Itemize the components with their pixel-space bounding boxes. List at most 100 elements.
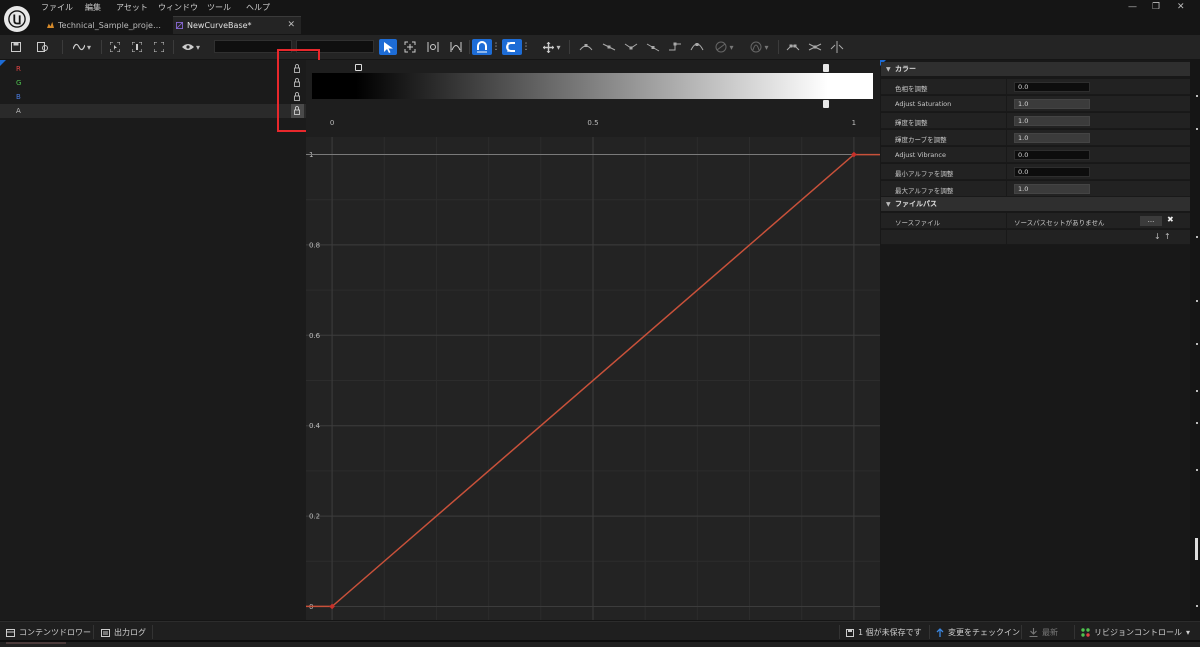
kebab-icon[interactable]: ⋮ [522,39,531,55]
scroll-dot [1196,469,1198,471]
unsaved-button[interactable]: 1 個が未保存です [846,627,922,638]
kebab-icon[interactable]: ⋮ [492,39,501,55]
weighted-tangents-icon[interactable]: ▾ [746,39,772,55]
column-divider [1006,113,1007,129]
browse-icon[interactable] [34,39,52,55]
property-label: 最大アルファを調整 [895,187,954,195]
chevron-down-icon: ▾ [195,42,200,52]
check-in-button[interactable]: 変更をチェックイン [936,627,1020,638]
adjust-max-alpha-field[interactable]: 1.0 [1014,184,1090,194]
curve-graph-svg: 0 0.5 110.80.60.40.20 [306,117,880,620]
scroll-dot [1196,422,1198,424]
gradient-stop-top[interactable] [823,64,829,72]
property-row: ↓ ↑ [881,230,1190,246]
gradient-stop-top[interactable] [355,64,362,71]
chevron-down-icon: ▾ [764,42,769,52]
curve-type-dropdown[interactable]: ▾ [69,39,95,55]
menu-file[interactable]: ファイル [41,2,73,13]
scroll-dot [1196,236,1198,238]
view-options-dropdown[interactable]: ▾ [179,39,203,55]
category-file-path[interactable]: ▼ ファイルパス [881,197,1190,211]
revision-control-label: リビジョンコントロール [1094,628,1182,637]
gradient-bar [312,73,873,99]
property-row: 最小アルファを調整 0.0 [881,164,1190,180]
tangent-break-icon[interactable] [623,39,639,55]
adjust-saturation-field[interactable]: 1.0 [1014,99,1090,109]
collapse-arrow-icon: ▼ [886,65,891,73]
channel-row-b[interactable]: B [0,90,306,104]
snap-time-button[interactable] [502,39,522,55]
tab-close-icon[interactable]: ✕ [287,20,295,30]
menu-edit[interactable]: 編集 [85,2,101,13]
flatten-tangents-icon[interactable]: ▾ [711,39,737,55]
category-color[interactable]: ▼ カラー [881,62,1190,76]
adjust-hue-field[interactable]: 0.0 [1014,82,1090,92]
adjust-brightness-field[interactable]: 1.0 [1014,116,1090,126]
browse-file-button[interactable]: ... [1140,216,1162,226]
transform-tool-icon[interactable] [402,39,418,55]
tangent-auto-icon[interactable] [578,39,594,55]
content-drawer-button[interactable]: コンテンツドロワー [6,627,91,638]
transform-dropdown[interactable]: ▾ [540,39,564,55]
retime-tool-icon[interactable] [425,39,441,55]
tab-newcurvebase-label: NewCurveBase* [187,21,252,30]
adjust-vibrance-field[interactable]: 0.0 [1014,150,1090,160]
output-log-button[interactable]: 出力ログ [101,627,146,638]
sync-latest-label: 最新 [1042,628,1058,637]
tab-project[interactable]: Technical_Sample_proje… [44,16,166,34]
interp-constant-icon[interactable] [667,39,683,55]
menu-asset[interactable]: アセット [116,2,148,13]
revision-control-button[interactable]: リビジョンコントロール ▾ [1081,627,1190,638]
channel-row-r[interactable]: R [0,62,306,76]
frame-vertical-icon[interactable] [152,39,166,55]
clear-icon[interactable]: ✖ [1167,215,1174,224]
scroll-dot [1196,128,1198,130]
column-divider [1006,230,1007,246]
channel-row-g[interactable]: G [0,76,306,90]
snap-value-button[interactable] [472,39,492,55]
menu-help[interactable]: ヘルプ [246,2,270,13]
menu-tools[interactable]: ツール [207,2,231,13]
property-row: 色相を調整 0.0 [881,79,1190,95]
channel-label-a: A [16,107,21,115]
sync-latest-button[interactable]: 最新 [1029,627,1058,638]
column-divider [1006,213,1007,229]
menu-window[interactable]: ウィンドウ [158,2,198,13]
interp-linear-icon[interactable] [645,39,661,55]
property-label: 輝度カーブを調整 [895,136,947,144]
channel-row-a[interactable]: A [0,104,306,118]
toolbar-separator [469,40,470,54]
move-up-icon[interactable]: ↑ [1164,232,1171,241]
tangent-user-icon[interactable] [601,39,617,55]
eye-icon [181,44,194,50]
unreal-logo-icon[interactable] [4,6,30,32]
select-tool-button[interactable] [379,39,397,55]
frame-horizontal-icon[interactable] [130,39,144,55]
adjust-brightness-curve-field[interactable]: 1.0 [1014,133,1090,143]
curve-graph[interactable]: 0 0.5 1 1 0.8 0.6 0.4 0.2 0 [306,117,880,620]
channel-label-g: G [16,79,22,87]
interp-cubic-icon[interactable] [689,39,705,55]
bottom-indicator [6,642,66,644]
restore-button[interactable]: ❐ [1152,2,1160,12]
move-down-icon[interactable]: ↓ [1154,232,1161,241]
split-icon[interactable] [829,39,845,55]
arrow-cursor-icon [383,41,393,53]
adjust-min-alpha-field[interactable]: 0.0 [1014,167,1090,177]
curve-asset-icon [176,22,183,29]
gradient-stop-bottom[interactable] [823,100,829,108]
tab-newcurvebase[interactable]: NewCurveBase* ✕ [173,16,301,34]
property-row: 最大アルファを調整 1.0 [881,181,1190,197]
select-frame-icon[interactable] [108,39,122,55]
channel-label-b: B [16,93,21,101]
remove-keys-icon[interactable] [807,39,823,55]
chevron-down-icon: ▾ [1186,628,1191,637]
minimize-button[interactable]: — [1128,2,1137,12]
save-icon[interactable] [8,39,24,55]
multi-scale-tool-icon[interactable] [448,39,464,55]
scroll-thumb[interactable] [1195,538,1198,560]
tab-project-label: Technical_Sample_proje… [58,20,161,30]
status-divider [929,625,930,639]
close-window-button[interactable]: ✕ [1177,2,1185,12]
straighten-icon[interactable] [785,39,801,55]
